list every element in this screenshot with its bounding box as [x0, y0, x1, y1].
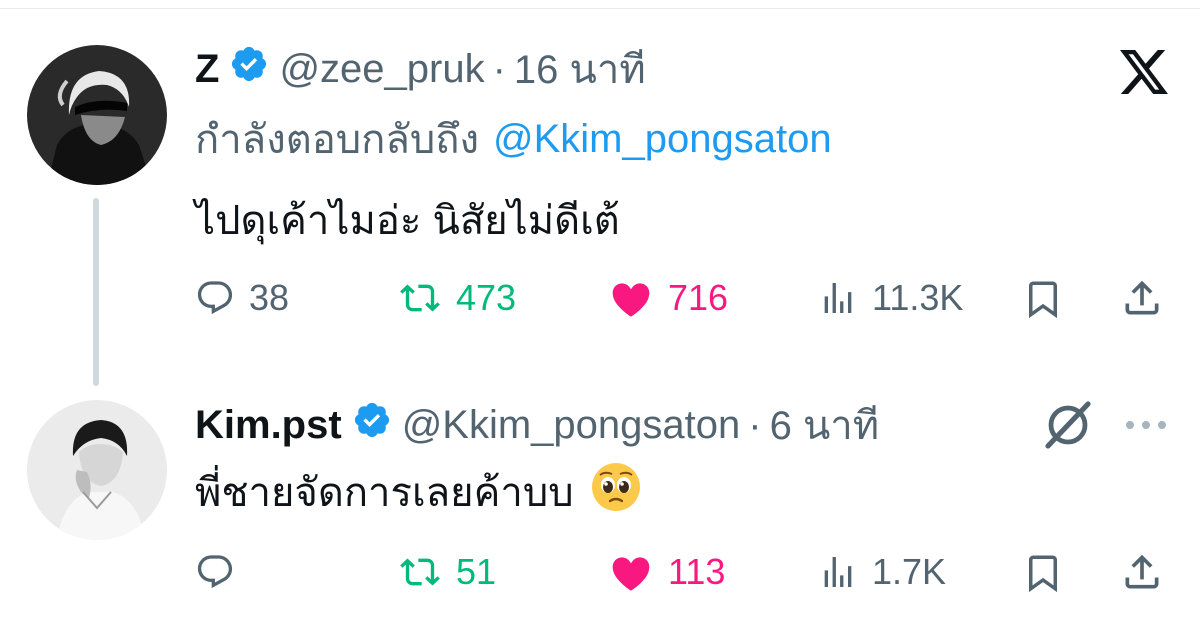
verified-badge-icon	[352, 400, 392, 450]
reply-prefix: กำลังตอบกลับถึง	[195, 118, 479, 162]
like-button[interactable]: 716	[606, 276, 728, 320]
views-icon	[818, 278, 858, 318]
display-name[interactable]: Kim.pst	[195, 403, 342, 448]
tweet1-header: Z @zee_pruk · 16 นาที	[195, 44, 646, 94]
reply-count: 38	[249, 277, 290, 318]
timestamp[interactable]: 6 นาที	[770, 393, 880, 457]
tweet-text: ไปดุเค้าไมอ่ะ นิสัยไม่ดีเต้	[195, 199, 620, 243]
separator-dot: ·	[748, 402, 762, 447]
retweet-icon	[398, 278, 442, 318]
retweet-button[interactable]: 473	[398, 276, 516, 320]
thread-connector-line	[93, 198, 99, 386]
like-count: 113	[668, 551, 726, 592]
reply-mention-link[interactable]: @Kkim_pongsaton	[493, 117, 832, 162]
share-icon[interactable]	[1120, 550, 1164, 599]
retweet-icon	[398, 552, 442, 592]
timestamp[interactable]: 16 นาที	[514, 37, 646, 101]
display-name[interactable]: Z	[195, 47, 219, 92]
avatar[interactable]	[27, 45, 167, 185]
user-handle[interactable]: @zee_pruk	[279, 47, 484, 92]
retweet-count: 473	[456, 277, 517, 318]
heart-icon	[606, 550, 656, 594]
pleading-face-emoji	[590, 461, 642, 523]
reply-button[interactable]	[195, 550, 249, 594]
heart-icon	[606, 276, 656, 320]
avatar[interactable]	[27, 400, 167, 540]
user-handle[interactable]: @Kkim_pongsaton	[402, 403, 741, 448]
views-button[interactable]: 11.3K	[818, 276, 963, 320]
like-count: 716	[668, 277, 729, 318]
share-icon[interactable]	[1120, 276, 1164, 325]
views-icon	[818, 552, 858, 592]
view-count: 1.7K	[872, 551, 947, 592]
like-button[interactable]: 113	[606, 550, 725, 594]
grok-icon[interactable]	[1042, 400, 1094, 455]
more-options-icon[interactable]	[1124, 418, 1168, 436]
top-divider	[0, 8, 1200, 9]
bookmark-icon[interactable]	[1022, 552, 1064, 599]
verified-badge-icon	[229, 44, 269, 94]
x-logo-icon[interactable]	[1120, 50, 1168, 99]
tweet-text-content: พี่ชายจัดการเลยค้าบบ	[195, 471, 574, 515]
separator-dot: ·	[492, 46, 506, 91]
views-button[interactable]: 1.7K	[818, 550, 946, 594]
view-count: 11.3K	[872, 277, 964, 318]
retweet-button[interactable]: 51	[398, 550, 496, 594]
reply-icon	[195, 552, 235, 592]
retweet-count: 51	[456, 551, 497, 592]
tweet-text: พี่ชายจัดการเลยค้าบบ	[195, 461, 642, 523]
bookmark-icon[interactable]	[1022, 278, 1064, 325]
reply-context: กำลังตอบกลับถึง @Kkim_pongsaton	[195, 114, 832, 164]
tweet2-header: Kim.pst @Kkim_pongsaton · 6 นาที	[195, 400, 879, 450]
reply-button[interactable]: 38	[195, 276, 289, 320]
reply-icon	[195, 278, 235, 318]
